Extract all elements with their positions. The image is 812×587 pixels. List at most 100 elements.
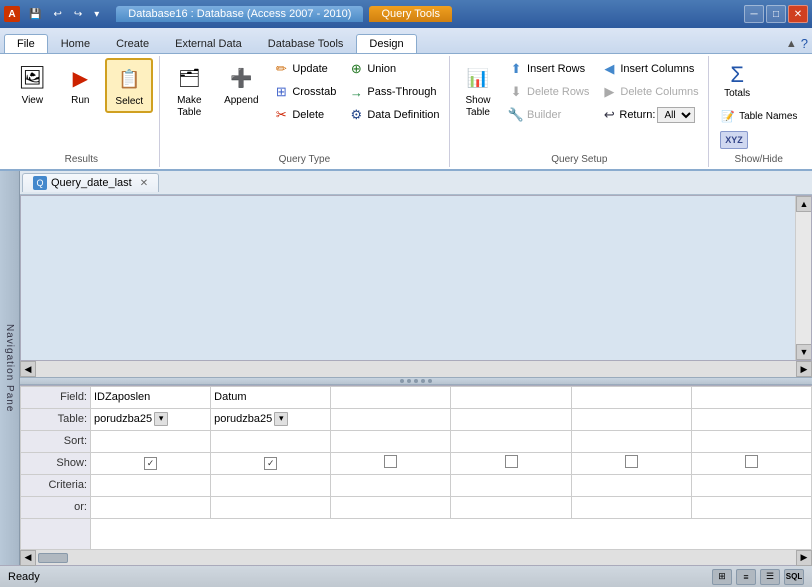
qbe-criteria-0[interactable] <box>91 474 211 496</box>
show-checkbox-1[interactable] <box>264 457 277 470</box>
run-button[interactable]: ▶ Run <box>57 58 103 111</box>
qbe-table-2[interactable] <box>331 408 451 430</box>
qbe-show-0[interactable] <box>91 452 211 474</box>
qbe-or-1[interactable] <box>211 496 331 518</box>
qbe-table-0[interactable]: porudzba25 ▾ <box>91 408 211 430</box>
delete-columns-button[interactable]: ▶ Delete Columns <box>596 81 703 103</box>
update-button[interactable]: ✏ Update <box>268 58 341 80</box>
redo-quick-btn[interactable]: ↪ <box>69 7 87 22</box>
tab-file[interactable]: File <box>4 34 48 53</box>
qbe-criteria-3[interactable] <box>451 474 571 496</box>
qbe-field-5[interactable] <box>691 386 811 408</box>
qbe-sort-5[interactable] <box>691 430 811 452</box>
qbe-table-1[interactable]: porudzba25 ▾ <box>211 408 331 430</box>
return-select[interactable]: All 5 25 <box>657 107 695 123</box>
view-detail-icon[interactable]: ☰ <box>760 569 780 585</box>
tab-create[interactable]: Create <box>103 34 162 53</box>
customize-quick-btn[interactable]: ▾ <box>89 7 104 22</box>
view-grid-icon[interactable]: ⊞ <box>712 569 732 585</box>
save-quick-btn[interactable]: 💾 <box>24 7 46 22</box>
qbe-table-3[interactable] <box>451 408 571 430</box>
view-list-icon[interactable]: ≡ <box>736 569 756 585</box>
query-tab[interactable]: Q Query_date_last ✕ <box>22 173 159 192</box>
show-checkbox-5[interactable] <box>745 455 758 468</box>
qbe-field-0[interactable]: IDZaposlen <box>91 386 211 408</box>
append-button[interactable]: ➕ Append <box>216 58 266 111</box>
builder-button[interactable]: 🔧 Builder <box>503 104 594 126</box>
select-button[interactable]: 📋 Select <box>105 58 153 113</box>
insert-columns-button[interactable]: ◀ Insert Columns <box>596 58 703 80</box>
qbe-or-3[interactable] <box>451 496 571 518</box>
qbe-field-2[interactable] <box>331 386 451 408</box>
qbe-sort-1[interactable] <box>211 430 331 452</box>
qbe-or-4[interactable] <box>571 496 691 518</box>
crosstab-button[interactable]: ⊞ Crosstab <box>268 81 341 103</box>
delete-rows-button[interactable]: ⬇ Delete Rows <box>503 81 594 103</box>
tab-design[interactable]: Design <box>356 34 416 53</box>
scroll-right-btn[interactable]: ▶ <box>796 361 812 377</box>
tab-external-data[interactable]: External Data <box>162 34 255 53</box>
scroll-up-btn[interactable]: ▲ <box>796 196 812 212</box>
table-1-dropdown[interactable]: ▾ <box>274 412 288 426</box>
qbe-sort-3[interactable] <box>451 430 571 452</box>
show-checkbox-3[interactable] <box>505 455 518 468</box>
qbe-table-5[interactable] <box>691 408 811 430</box>
close-btn[interactable]: ✕ <box>788 5 808 23</box>
qbe-field-3[interactable] <box>451 386 571 408</box>
pass-through-button[interactable]: → Pass-Through <box>343 81 444 103</box>
qbe-show-1[interactable] <box>211 452 331 474</box>
qbe-show-2[interactable] <box>331 452 451 474</box>
qbe-field-4[interactable] <box>571 386 691 408</box>
scroll-left-btn[interactable]: ◀ <box>20 361 36 377</box>
qbe-scroll-left-btn[interactable]: ◀ <box>20 550 36 566</box>
table-row-header: Table: <box>21 408 91 430</box>
qbe-show-3[interactable] <box>451 452 571 474</box>
qbe-show-5[interactable] <box>691 452 811 474</box>
insert-rows-button[interactable]: ⬆ Insert Rows <box>503 58 594 80</box>
view-button[interactable]: 🖼 View <box>9 58 55 111</box>
qbe-field-1[interactable]: Datum <box>211 386 331 408</box>
scroll-down-btn[interactable]: ▼ <box>796 344 812 360</box>
qbe-criteria-5[interactable] <box>691 474 811 496</box>
design-vscroll[interactable]: ▲ ▼ <box>795 196 811 360</box>
navigation-pane-handle[interactable]: Navigation Pane <box>0 171 20 565</box>
run-label: Run <box>71 95 89 107</box>
table-names-button[interactable]: 📝 Table Names <box>715 105 802 127</box>
query-tab-close[interactable]: ✕ <box>140 178 148 189</box>
union-button[interactable]: ⊕ Union <box>343 58 444 80</box>
minimize-btn[interactable]: ─ <box>744 5 764 23</box>
qbe-criteria-2[interactable] <box>331 474 451 496</box>
qbe-sort-2[interactable] <box>331 430 451 452</box>
qbe-hscroll[interactable]: ◀ ▶ <box>20 549 812 565</box>
design-hscroll[interactable]: ◀ ▶ <box>20 361 812 377</box>
qbe-or-2[interactable] <box>331 496 451 518</box>
xyz-button[interactable]: XYZ <box>715 129 753 151</box>
qbe-sort-0[interactable] <box>91 430 211 452</box>
return-row: ↩ Return: All 5 25 <box>596 104 703 126</box>
undo-quick-btn[interactable]: ↩ <box>48 7 66 22</box>
totals-button[interactable]: Σ Totals <box>715 58 759 103</box>
sql-icon[interactable]: SQL <box>784 569 804 585</box>
qbe-or-5[interactable] <box>691 496 811 518</box>
make-table-button[interactable]: 🗂 MakeTable <box>164 58 214 123</box>
qbe-criteria-1[interactable] <box>211 474 331 496</box>
show-checkbox-2[interactable] <box>384 455 397 468</box>
restore-btn[interactable]: □ <box>766 5 786 23</box>
show-checkbox-4[interactable] <box>625 455 638 468</box>
query-setup-col2: ◀ Insert Columns ▶ Delete Columns ↩ Retu… <box>596 58 703 126</box>
show-checkbox-0[interactable] <box>144 457 157 470</box>
show-table-button[interactable]: 📊 ShowTable <box>455 58 501 123</box>
delete-button[interactable]: ✂ Delete <box>268 104 341 126</box>
qbe-show-4[interactable] <box>571 452 691 474</box>
data-definition-button[interactable]: ⚙ Data Definition <box>343 104 444 126</box>
qbe-sort-4[interactable] <box>571 430 691 452</box>
qbe-scroll-right-btn[interactable]: ▶ <box>796 550 812 566</box>
tab-home[interactable]: Home <box>48 34 103 53</box>
splitter[interactable] <box>20 377 812 385</box>
table-0-dropdown[interactable]: ▾ <box>154 412 168 426</box>
qbe-table-4[interactable] <box>571 408 691 430</box>
qbe-criteria-4[interactable] <box>571 474 691 496</box>
tab-database-tools[interactable]: Database Tools <box>255 34 357 53</box>
help-btn[interactable]: ? <box>801 36 808 51</box>
qbe-or-0[interactable] <box>91 496 211 518</box>
